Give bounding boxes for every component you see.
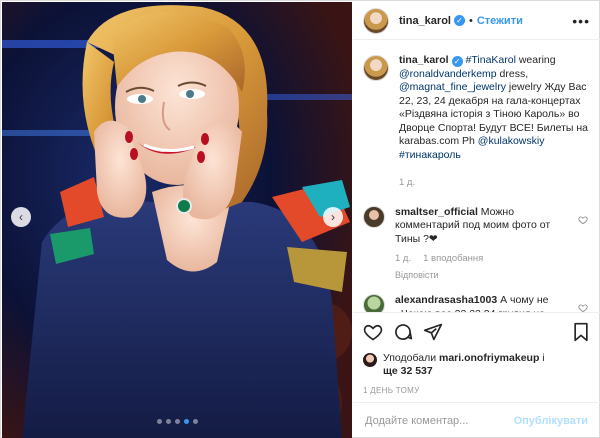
likes-prefix: Уподобали bbox=[383, 352, 437, 364]
carousel-indicator bbox=[2, 419, 352, 424]
comment-like-heart-icon[interactable] bbox=[578, 303, 588, 312]
reply-button[interactable]: Відповісти bbox=[395, 269, 574, 283]
follow-button[interactable]: Стежити bbox=[477, 15, 523, 27]
liker-username[interactable]: mari.onofriymakeup bbox=[439, 352, 539, 364]
commenter-avatar[interactable] bbox=[363, 205, 385, 228]
caption-text: wearing bbox=[515, 54, 556, 66]
post-actions: Уподобали mari.onofriymakeup і ще 32 537… bbox=[353, 312, 600, 395]
post-frame: ‹ › tina_karol ✓ • Стежити ••• tina_karo… bbox=[0, 0, 600, 438]
like-heart-icon[interactable] bbox=[363, 322, 383, 342]
carousel-next-button[interactable]: › bbox=[323, 207, 343, 227]
comment-username[interactable]: alexandrasasha1003 bbox=[395, 294, 497, 306]
verified-badge-icon: ✓ bbox=[453, 15, 465, 26]
comment-bubble-icon[interactable] bbox=[393, 322, 413, 342]
post-photo[interactable]: ‹ › bbox=[2, 2, 352, 438]
comments-list[interactable]: tina_karol ✓ #TinaKarol wearing @ronaldva… bbox=[353, 40, 600, 312]
verified-badge-icon: ✓ bbox=[451, 56, 463, 67]
caption-hashtag-link[interactable]: #TinaKarol bbox=[466, 54, 516, 66]
caption-mention-link[interactable]: @magnat_fine_jewelry bbox=[399, 81, 506, 93]
post-timestamp[interactable]: 1 ДЕНЬ ТОМУ bbox=[363, 386, 590, 395]
carousel-dot bbox=[174, 419, 180, 424]
share-send-icon[interactable] bbox=[423, 322, 443, 342]
caption-mention-link[interactable]: @ronaldvanderkemp bbox=[399, 68, 497, 80]
author-username[interactable]: tina_karol bbox=[399, 15, 451, 27]
likes-summary: Уподобали mari.onofriymakeup і ще 32 537 bbox=[363, 352, 590, 378]
likes-suffix: і bbox=[539, 352, 545, 364]
comment-item: smaltser_official Можно комментарий под … bbox=[363, 205, 590, 283]
comment-item: alexandrasasha1003 А чому не «Чекаю вас … bbox=[363, 294, 590, 312]
carousel-dot bbox=[165, 419, 171, 424]
bookmark-save-icon[interactable] bbox=[572, 322, 590, 342]
separator-dot: • bbox=[468, 14, 473, 27]
more-options-icon[interactable]: ••• bbox=[572, 13, 590, 29]
chevron-left-icon: ‹ bbox=[19, 210, 23, 224]
comment-time[interactable]: 1 д. bbox=[395, 252, 411, 266]
caption-hashtag-link[interactable]: #тинакароль bbox=[399, 149, 461, 161]
commenter-avatar[interactable] bbox=[363, 294, 385, 312]
carousel-dot bbox=[192, 419, 198, 424]
post-caption: tina_karol ✓ #TinaKarol wearing @ronaldva… bbox=[363, 54, 590, 190]
author-avatar[interactable] bbox=[363, 55, 389, 81]
likes-count[interactable]: ще 32 537 bbox=[383, 365, 433, 377]
comment-input[interactable] bbox=[365, 414, 514, 427]
comment-likes-count[interactable]: 1 вподобання bbox=[423, 252, 483, 266]
post-header: tina_karol ✓ • Стежити ••• bbox=[353, 2, 600, 40]
comment-like-heart-icon[interactable] bbox=[578, 215, 588, 228]
caption-mention-link[interactable]: @kulakowskiy bbox=[478, 135, 545, 147]
caption-username[interactable]: tina_karol bbox=[399, 54, 449, 66]
publish-button[interactable]: Опублікувати bbox=[514, 415, 588, 427]
post-image-illustration bbox=[2, 2, 352, 438]
carousel-dot bbox=[156, 419, 162, 424]
chevron-right-icon: › bbox=[331, 210, 335, 224]
caption-time[interactable]: 1 д. bbox=[399, 176, 415, 190]
carousel-dot-active bbox=[183, 419, 189, 424]
liker-avatar[interactable] bbox=[363, 353, 377, 367]
author-avatar[interactable] bbox=[363, 7, 389, 34]
caption-text: dress, bbox=[496, 67, 529, 80]
carousel-prev-button[interactable]: ‹ bbox=[11, 207, 31, 227]
add-comment-bar: Опублікувати bbox=[353, 402, 600, 438]
comment-username[interactable]: smaltser_official bbox=[395, 206, 478, 218]
post-side-panel: tina_karol ✓ • Стежити ••• tina_karol ✓ #… bbox=[353, 2, 600, 438]
